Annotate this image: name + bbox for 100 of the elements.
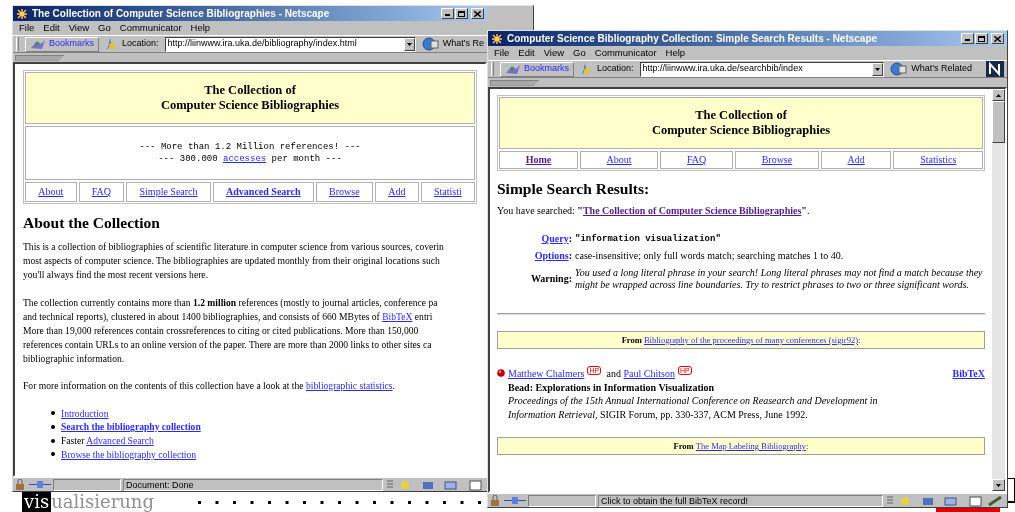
page-title: Computer Science Bibliographies [160, 98, 340, 113]
link[interactable]: Browse the bibliography collection [61, 448, 197, 460]
link[interactable]: The Collection of Computer Science Bibliographies [582, 205, 802, 216]
search-summary: You have searched: "The Collection of Computer Science Bibliographies". [497, 205, 811, 217]
section-heading: About the Collection [23, 216, 161, 230]
link[interactable]: Paul Chitson [623, 368, 675, 379]
link[interactable]: Advanced Search [86, 434, 154, 446]
nav-link[interactable]: Add [820, 151, 892, 169]
whats-related-button[interactable]: What's Re [421, 37, 484, 51]
component-bar-drawing[interactable] [385, 478, 485, 491]
location-label: Location: [122, 37, 159, 51]
arrow-up-icon[interactable] [996, 93, 1001, 97]
nav-link[interactable]: Browse [734, 151, 819, 169]
location-icon [105, 38, 116, 50]
nav-link[interactable]: About [25, 182, 77, 202]
location-label: Location: [597, 62, 634, 76]
link[interactable]: BibTeX [382, 310, 413, 322]
status-text: Document: Done [123, 478, 383, 491]
page-title: Computer Science Bibliographies [651, 123, 831, 138]
nav-link[interactable]: Browse [315, 182, 373, 202]
bookmarks-button[interactable]: Bookmarks [25, 36, 99, 52]
menu-item[interactable]: Communicator [594, 45, 657, 61]
link[interactable]: Matthew Chalmers [508, 368, 585, 379]
maximize-button[interactable] [975, 33, 988, 44]
status-panel [528, 494, 596, 507]
netscape-n-icon[interactable] [986, 61, 1004, 77]
paragraph: The collection currently contains more than 1.2 million references (mostly to journal articles, conference pa and technical reports), clustered in about 1400 bibliographies, and consists of 660 MBytes of BibTeX entri More than 19,000 references contain crossreferences to citing or cited publications. More than 150,000 references contain URLs to an online version of the paper. There are more than 2000 links to other sites ca bibliographic information. [23, 295, 439, 366]
location-field[interactable]: http://liinwww.ira.uka.de/searchbib/index [639, 61, 885, 77]
paragraph: For more information on the contents of this collection have a look at the bibliographic statistics. [23, 379, 396, 393]
scrollbar[interactable] [992, 89, 1005, 491]
whats-related-button[interactable]: What's Related [890, 62, 972, 76]
menu-item[interactable]: Help [190, 20, 211, 36]
menu-item[interactable]: Edit [43, 20, 60, 36]
netscape-icon [491, 32, 503, 45]
citation: Proceedings of the 15th Annual International Conference on Reasearch and Development in Information Retrieval, SIGIR Forum, pp. 330-337, ACM Press, June 1992. [508, 394, 879, 421]
globe-icon [890, 62, 909, 76]
minimize-button[interactable] [961, 33, 974, 44]
menu-item[interactable]: Help [665, 45, 686, 61]
field-label: Warning: [529, 273, 572, 285]
location-icon [580, 63, 591, 75]
source-banner: From The Map Labeling Bibliography: [497, 437, 985, 455]
window-title: Computer Science Bibliography Collection: Simple Search Results - Netscape [507, 32, 878, 46]
menu-item[interactable]: Edit [518, 45, 535, 61]
logo-wordmark: visualisierung [22, 492, 154, 512]
announcement-text: --- More than 1.2 Million references! --- [139, 141, 361, 153]
caret-icon [875, 67, 881, 71]
paragraph: This is a collection of bibliographies of scientific literature in computer science from various sources, coverin most aspects of computer science. The bibliographies are updated monthly from their original locations such you'll always find the most recent versions here. [23, 240, 445, 282]
menu-item[interactable]: File [494, 45, 510, 61]
bookmark-icon [505, 63, 521, 75]
link[interactable]: Introduction [61, 407, 109, 419]
nav-link[interactable]: Home [499, 151, 578, 169]
nav-link[interactable]: FAQ [78, 182, 125, 202]
bullet-icon [51, 438, 55, 443]
link[interactable]: Search the bibliography collection [61, 421, 201, 433]
results-heading: Simple Search Results: [497, 183, 651, 195]
connection-icon [29, 480, 51, 489]
menu-item[interactable]: File [19, 20, 35, 36]
bullet-icon [51, 452, 55, 457]
arrow-down-icon[interactable] [996, 483, 1001, 487]
close-button[interactable] [471, 8, 484, 19]
bullet-icon [51, 425, 55, 430]
menu-item[interactable]: Go [573, 45, 586, 61]
entry-title: Bead: Explorations in Information Visualization [508, 380, 716, 394]
minimize-button[interactable] [441, 8, 454, 19]
field-value: "information visualization" [575, 233, 722, 245]
nav-link[interactable]: Advanced Search [212, 182, 314, 202]
nav-link[interactable]: Statistics [893, 151, 983, 169]
dropdown-button[interactable] [403, 37, 415, 51]
window-title: The Collection of Computer Science Bibliographies - Netscape [32, 7, 330, 21]
nav-link[interactable]: Add [374, 182, 419, 202]
netscape-icon [16, 7, 28, 20]
link[interactable]: accesses [223, 154, 267, 164]
list-item: Faster Advanced Search [61, 433, 154, 448]
dropdown-button[interactable] [872, 62, 884, 76]
menu-item[interactable]: Go [98, 20, 111, 36]
link[interactable]: Query [541, 233, 569, 244]
bibtex-link[interactable]: BibTeX [952, 367, 985, 381]
nav-link[interactable]: About [579, 151, 659, 169]
globe-icon [421, 37, 440, 51]
nav-link[interactable]: Statisti [420, 182, 475, 202]
field-value: You used a long literal phrase in your search! Long literal phrases may not find a match because they might be wrapped across line boundaries. Try to restrict phrases to two or three significant words. [575, 267, 984, 291]
menu-item[interactable]: View [68, 20, 90, 36]
menu-item[interactable]: View [543, 45, 565, 61]
link[interactable]: Options [534, 250, 569, 261]
nav-link[interactable]: Simple Search [126, 182, 211, 202]
maximize-button[interactable] [455, 8, 468, 19]
menu-item[interactable]: Communicator [119, 20, 182, 36]
nav-link[interactable]: FAQ [660, 151, 733, 169]
status-text: Click to obtain the full BibTeX record! [598, 494, 883, 507]
ball-bullet-icon [497, 369, 505, 377]
page-title: The Collection of [204, 83, 296, 98]
location-field[interactable]: http://liinwww.ira.uka.de/bibliography/index.html [164, 36, 416, 52]
link[interactable]: Bibliography of the proceedings of many conferences (sigir92) [643, 335, 858, 345]
field-label: Query: [540, 233, 572, 245]
close-button[interactable] [991, 33, 1004, 44]
bookmarks-button[interactable]: Bookmarks [500, 61, 574, 77]
bookmark-icon [30, 38, 46, 50]
link[interactable]: bibliographic statistics [305, 380, 393, 391]
field-label: Options: [533, 250, 572, 262]
scroll-thumb[interactable] [992, 101, 1005, 143]
